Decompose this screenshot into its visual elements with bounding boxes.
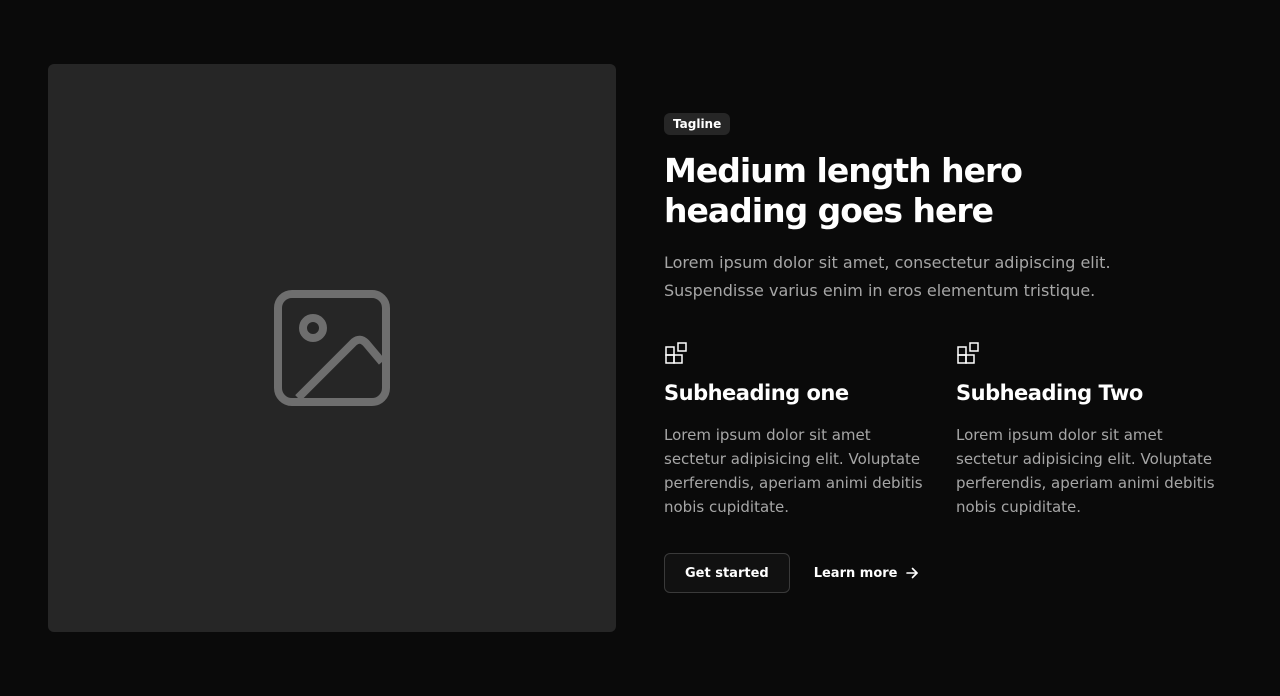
learn-more-button[interactable]: Learn more	[804, 553, 930, 593]
hero-section: Tagline Medium length hero heading goes …	[0, 0, 1280, 696]
feature-item: Subheading Two Lorem ipsum dolor sit ame…	[956, 341, 1228, 519]
hero-heading: Medium length hero heading goes here	[664, 151, 1023, 230]
image-placeholder-icon	[274, 290, 390, 406]
feature-list: Subheading one Lorem ipsum dolor sit ame…	[664, 341, 1244, 519]
blocks-icon	[665, 342, 687, 364]
blocks-icon	[957, 342, 979, 364]
hero-actions: Get started Learn more	[664, 553, 1244, 593]
hero-description: Lorem ipsum dolor sit amet, consectetur …	[664, 253, 1111, 300]
hero-image-placeholder	[48, 64, 616, 632]
get-started-label: Get started	[685, 565, 769, 581]
feature-text: Lorem ipsum dolor sit amet sectetur adip…	[956, 426, 1215, 516]
feature-title: Subheading one	[664, 381, 849, 405]
feature-item: Subheading one Lorem ipsum dolor sit ame…	[664, 341, 936, 519]
learn-more-label: Learn more	[813, 565, 898, 581]
feature-text: Lorem ipsum dolor sit amet sectetur adip…	[664, 426, 923, 516]
feature-title: Subheading Two	[956, 381, 1143, 405]
tagline-badge: Tagline	[664, 113, 731, 135]
arrow-right-icon	[906, 567, 919, 579]
hero-content: Tagline Medium length hero heading goes …	[664, 113, 1244, 593]
get-started-button[interactable]: Get started	[664, 553, 790, 593]
